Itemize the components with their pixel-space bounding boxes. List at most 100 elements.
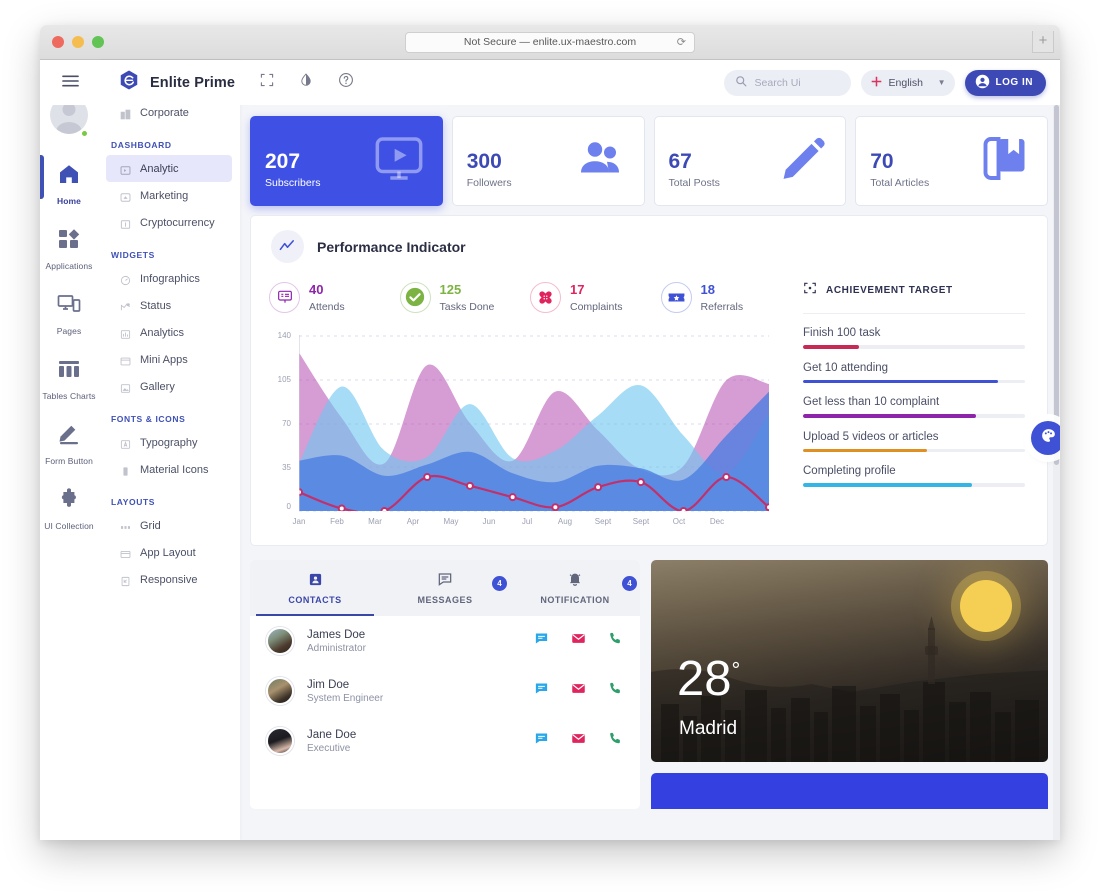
chart-data-point[interactable]	[679, 507, 688, 513]
stat-card-total-articles[interactable]: 70 Total Articles	[855, 116, 1048, 206]
chat-icon[interactable]	[534, 631, 549, 651]
brand[interactable]: Enlite Prime	[118, 69, 235, 96]
menu-item-grid[interactable]: Grid	[106, 512, 232, 539]
performance-chart[interactable]: 140 105 70 35 0 Jan Feb Mar Apr May Jun …	[269, 331, 791, 535]
goal-progress-track	[803, 345, 1025, 349]
page-scrollbar[interactable]	[1053, 105, 1060, 840]
menu-item-infographics[interactable]: Infographics	[106, 265, 232, 292]
mail-icon[interactable]	[571, 681, 586, 701]
minimize-window-button[interactable]	[72, 36, 84, 48]
x-axis-tick: Sept	[632, 517, 650, 526]
scrollbar-thumb[interactable]	[1054, 105, 1059, 465]
goal-item[interactable]: Upload 5 videos or articles	[803, 431, 1025, 452]
chat-icon[interactable]	[534, 681, 549, 701]
bell-icon	[567, 571, 583, 592]
chart-data-point[interactable]	[337, 504, 346, 511]
x-axis-tick: Jan	[292, 517, 306, 526]
fullscreen-icon[interactable]	[260, 73, 274, 92]
phone-icon[interactable]	[608, 731, 623, 751]
chart-data-point[interactable]	[636, 478, 645, 487]
new-tab-button[interactable]: +	[1032, 31, 1054, 53]
chart-data-point[interactable]	[551, 503, 560, 511]
chart-data-point[interactable]	[722, 473, 731, 482]
window-controls[interactable]	[52, 36, 104, 48]
menu-item-material-icons[interactable]: Material Icons	[106, 456, 232, 483]
weather-card[interactable]: 28° Madrid	[651, 560, 1048, 762]
mail-icon[interactable]	[571, 731, 586, 751]
sidebar-item-tables-charts[interactable]: Tables Charts	[40, 348, 98, 413]
sidebar-item-ui-collection[interactable]: UI Collection	[40, 478, 98, 543]
tab-label: MESSAGES	[417, 595, 473, 605]
chart-data-point[interactable]	[508, 493, 517, 502]
menu-item-analytics[interactable]: Analytics	[106, 319, 232, 346]
stat-card-subscribers[interactable]: 207 Subscribers	[250, 116, 443, 206]
help-circle-icon[interactable]	[338, 72, 354, 93]
list-item[interactable]: James Doe Administrator	[250, 616, 640, 666]
contrast-icon[interactable]	[299, 72, 313, 93]
sidebar-item-form-button[interactable]: Form Button	[40, 413, 98, 478]
phone-icon[interactable]	[608, 631, 623, 651]
mail-icon[interactable]	[571, 631, 586, 651]
achievement-header: ACHIEVEMENT TARGET	[803, 281, 1025, 314]
sidebar-item-applications[interactable]: Applications	[40, 218, 98, 283]
reload-icon[interactable]: ⟳	[677, 36, 686, 49]
address-bar[interactable]: Not Secure — enlite.ux-maestro.com ⟳	[405, 31, 695, 53]
menu-item-label: Status	[140, 299, 172, 312]
stat-card-total-posts[interactable]: 67 Total Posts	[653, 116, 847, 206]
chart-data-point[interactable]	[765, 503, 769, 511]
sidebar-item-pages[interactable]: Pages	[40, 283, 98, 348]
goal-progress-fill	[803, 448, 928, 452]
kpi-complaints[interactable]: 17 Complaints	[530, 281, 661, 313]
sidebar-item-home[interactable]: Home	[40, 153, 98, 218]
goal-item[interactable]: Get 10 attending	[803, 362, 1025, 383]
menu-item-label: Typography	[140, 436, 198, 449]
maximize-window-button[interactable]	[92, 36, 104, 48]
theme-settings-button[interactable]	[1031, 421, 1060, 455]
close-window-button[interactable]	[52, 36, 64, 48]
performance-left: 40 Attends 125 Tasks Done 17 Complaints …	[251, 281, 791, 535]
kpi-referrals[interactable]: 18 Referrals	[660, 281, 792, 313]
menu-item-typography[interactable]: Typography	[106, 429, 232, 456]
stat-cards: 207 Subscribers 300 Followers 67 Total P…	[250, 116, 1048, 206]
kpi-tasks-done[interactable]: 125 Tasks Done	[399, 281, 531, 313]
menu-item-status[interactable]: Status	[106, 292, 232, 319]
chart-data-point[interactable]	[423, 473, 432, 482]
menu-item-mini-apps[interactable]: Mini Apps	[106, 346, 232, 373]
menu-item-responsive[interactable]: Responsive	[106, 566, 232, 593]
promo-card[interactable]	[651, 773, 1048, 809]
kpi-attends[interactable]: 40 Attends	[269, 281, 400, 313]
login-button[interactable]: LOG IN	[964, 69, 1046, 96]
goal-progress-fill	[803, 379, 999, 383]
goal-item[interactable]: Finish 100 task	[803, 327, 1025, 349]
chart-data-point[interactable]	[465, 481, 474, 490]
menu-item-label: Infographics	[140, 272, 200, 285]
crypto-icon	[120, 217, 131, 229]
x-axis-tick: Mar	[368, 517, 382, 526]
tab-notification[interactable]: NOTIFICATION 4	[510, 560, 640, 616]
menu-item-marketing[interactable]: Marketing	[106, 182, 232, 209]
tab-contacts[interactable]: CONTACTS	[250, 560, 380, 616]
user-circle-icon	[975, 74, 990, 92]
chart-data-point[interactable]	[380, 507, 389, 513]
search-box[interactable]	[723, 69, 851, 96]
contact-card-icon	[308, 572, 323, 592]
list-item[interactable]: Jane Doe Executive	[250, 716, 640, 766]
language-selector[interactable]: English ▼	[860, 69, 955, 96]
menu-item-app-layout[interactable]: App Layout	[106, 539, 232, 566]
menu-item-gallery[interactable]: Gallery	[106, 373, 232, 400]
phone-icon[interactable]	[608, 681, 623, 701]
flag-icon	[871, 76, 882, 90]
chat-icon[interactable]	[534, 731, 549, 751]
hamburger-icon[interactable]	[62, 74, 79, 92]
tab-messages[interactable]: MESSAGES 4	[380, 560, 510, 616]
list-item[interactable]: Jim Doe System Engineer	[250, 666, 640, 716]
x-axis-tick: Aug	[557, 517, 573, 526]
goal-item[interactable]: Get less than 10 complaint	[803, 396, 1025, 418]
apps-grid-icon	[40, 227, 98, 253]
goal-item[interactable]: Completing profile	[803, 465, 1025, 487]
menu-item-analytic[interactable]: Analytic	[106, 155, 232, 182]
search-input[interactable]	[754, 76, 837, 89]
stat-card-followers[interactable]: 300 Followers	[451, 116, 645, 206]
menu-item-cryptocurrency[interactable]: Cryptocurrency	[106, 209, 232, 236]
chart-data-point[interactable]	[594, 483, 603, 492]
